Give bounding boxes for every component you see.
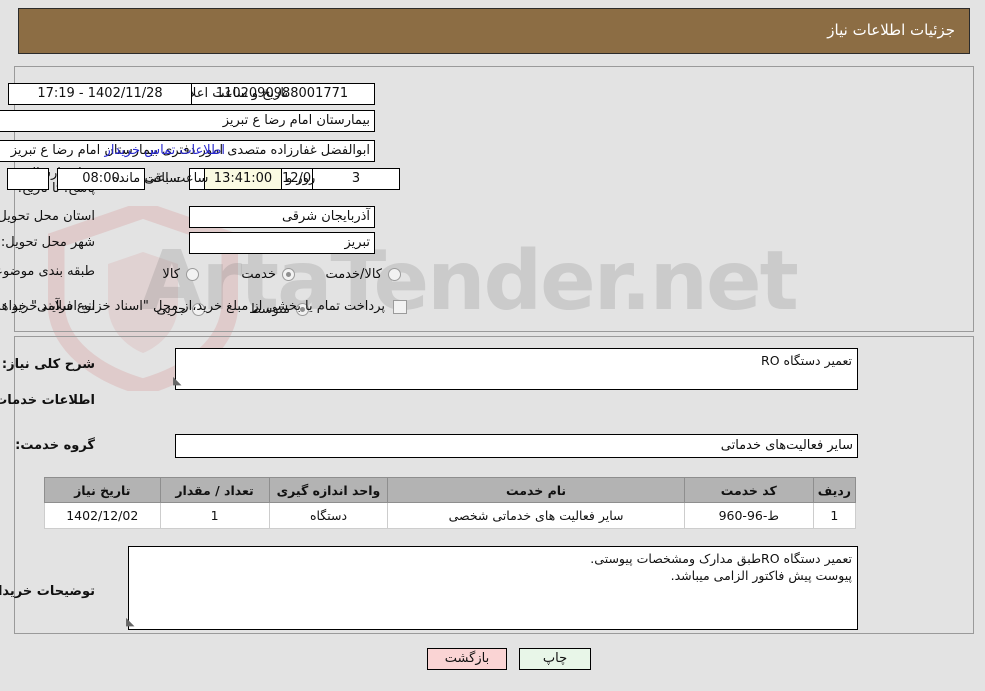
category-option-khedmat-label: خدمت [241, 267, 276, 282]
buyer-notes-textarea[interactable]: تعمیر دستگاه ROطبق مدارک ومشخصات پیوستی.… [128, 546, 858, 630]
city-label: شهر محل تحویل: [0, 235, 95, 250]
top-info-panel [14, 66, 974, 332]
announce-datetime-field[interactable]: 1402/11/28 - 17:19 [8, 83, 192, 105]
general-desc-textarea[interactable]: تعمیر دستگاه RO [175, 348, 858, 390]
cell-need-date: 1402/12/02 [44, 502, 161, 529]
province-label: استان محل تحویل: [0, 209, 95, 224]
cell-radif: 1 [812, 502, 857, 529]
deadline-extra-field[interactable] [7, 168, 49, 190]
category-option-kala[interactable]: کالا [162, 264, 199, 282]
page-root: ArtaTender.net جزئیات اطلاعات نیاز شماره… [0, 0, 985, 691]
back-button[interactable]: بازگشت [427, 648, 507, 670]
cell-unit: دستگاه [268, 502, 389, 529]
remaining-days-label: روز و [286, 171, 316, 186]
islamic-treasury-label: پرداخت تمام یا بخشی از مبلغ خرید،از محل … [0, 299, 385, 314]
cell-service-code: ط-96-960 [683, 502, 814, 529]
category-option-kala-khedmat[interactable]: کالا/خدمت [325, 264, 401, 282]
col-radif: ردیف [812, 477, 857, 503]
col-service-code: کد خدمت [683, 477, 814, 503]
col-unit: واحد اندازه گیری [268, 477, 389, 503]
islamic-treasury-checkbox[interactable] [393, 300, 407, 314]
col-service-name: نام خدمت [387, 477, 685, 503]
service-group-label: گروه خدمت: [15, 438, 95, 453]
buyer-org-field[interactable]: بیمارستان امام رضا ع تبریز [0, 110, 375, 132]
category-option-kala-khedmat-label: کالا/خدمت [325, 267, 382, 282]
remaining-time-label: ساعت باقی مانده [112, 171, 209, 186]
service-group-field[interactable]: سایر فعالیت‌های خدماتی [175, 434, 858, 458]
col-quantity: تعداد / مقدار [159, 477, 270, 503]
header-bar: جزئیات اطلاعات نیاز [18, 8, 970, 54]
buyer-notes-resize-grip[interactable]: ◢ [126, 615, 134, 628]
services-info-title: اطلاعات خدمات مورد نیاز [0, 393, 95, 408]
general-desc-resize-grip[interactable]: ◢ [173, 374, 181, 387]
radio-icon-kala-khedmat[interactable] [388, 268, 401, 281]
category-option-khedmat[interactable]: خدمت [241, 264, 295, 282]
radio-icon-kala[interactable] [186, 268, 199, 281]
table-header-row: ردیف کد خدمت نام خدمت واحد اندازه گیری ت… [44, 477, 857, 503]
category-label: طبقه بندی موضوعی: [0, 264, 95, 279]
remaining-time-field[interactable]: 13:41:00 [204, 168, 282, 190]
services-table: ردیف کد خدمت نام خدمت واحد اندازه گیری ت… [44, 477, 857, 529]
province-field[interactable]: آذربایجان شرقی [189, 206, 375, 228]
print-button[interactable]: چاپ [519, 648, 591, 670]
radio-icon-khedmat[interactable] [282, 268, 295, 281]
general-desc-label: شرح کلی نیاز: [1, 357, 95, 372]
category-option-kala-label: کالا [162, 267, 180, 282]
buyer-notes-label: توضیحات خریدار: [0, 584, 95, 599]
cell-service-name: سایر فعالیت های خدماتی شخصی [387, 502, 685, 529]
table-row: 1 ط-96-960 سایر فعالیت های خدماتی شخصی د… [44, 502, 857, 529]
col-need-date: تاریخ نیاز [44, 477, 161, 503]
city-field[interactable]: تبریز [189, 232, 375, 254]
page-title: جزئیات اطلاعات نیاز [827, 21, 955, 39]
buyer-contact-link[interactable]: اطلاعات تماس خریدار [105, 143, 225, 158]
cell-quantity: 1 [159, 502, 270, 529]
remaining-days-field[interactable]: 3 [312, 168, 400, 190]
